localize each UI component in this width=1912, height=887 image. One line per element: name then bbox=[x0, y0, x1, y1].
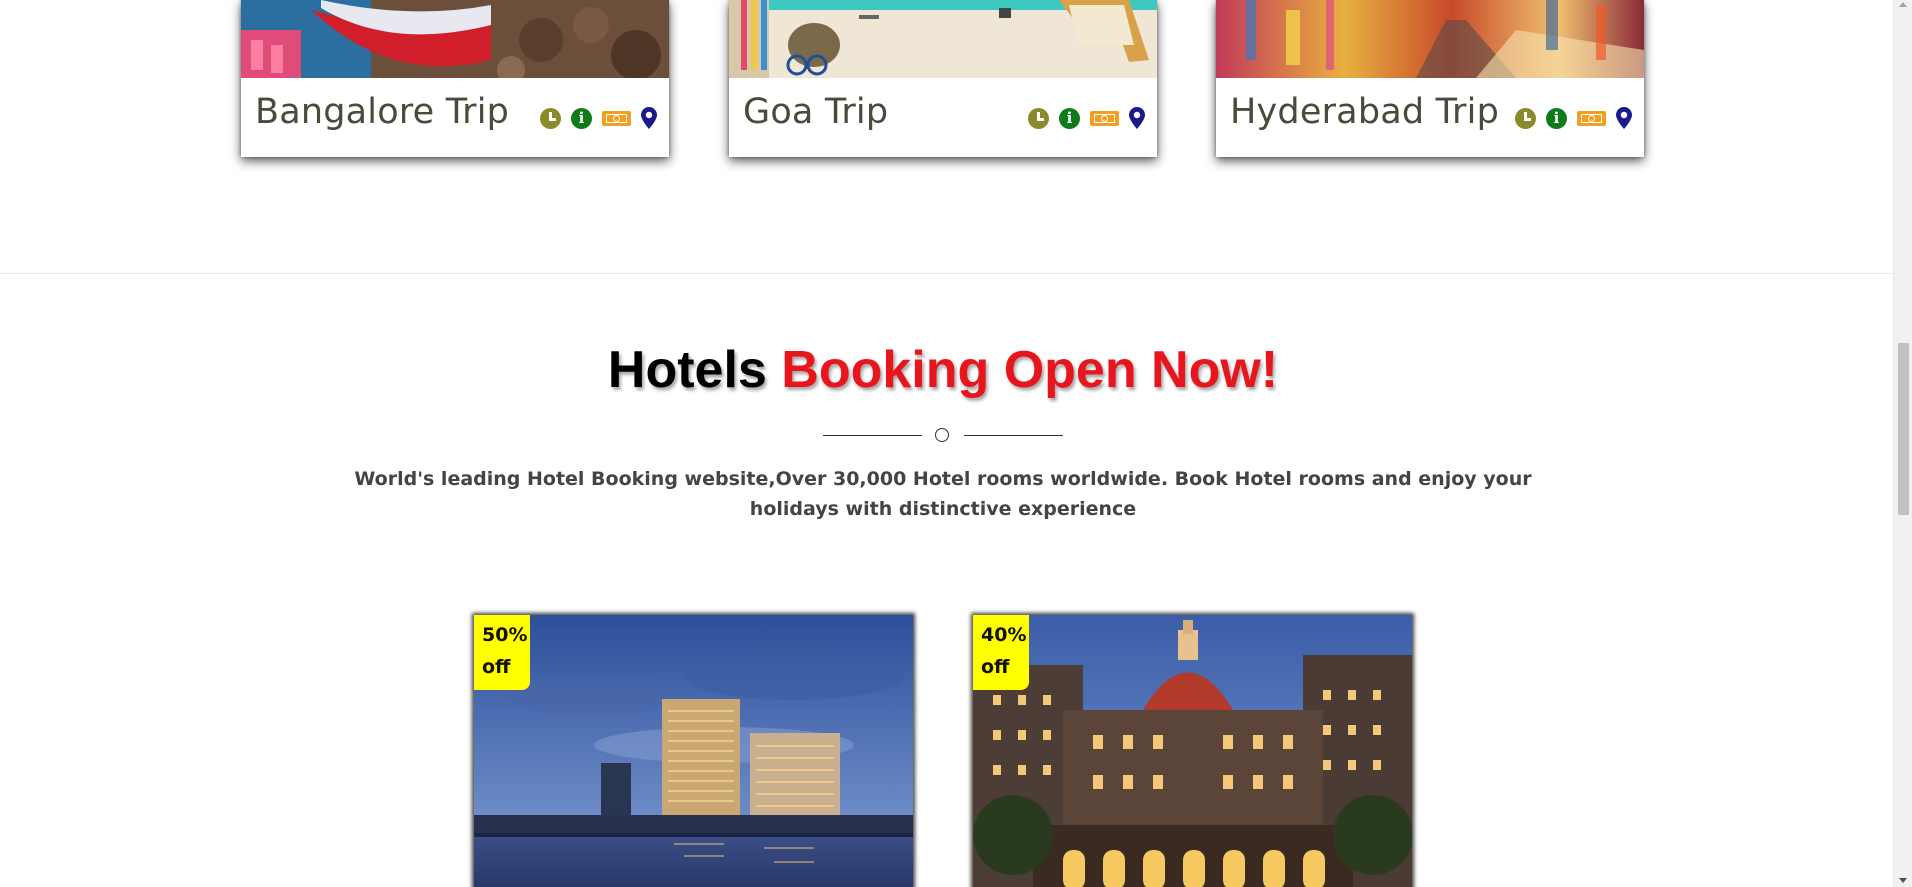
trip-card-bangalore[interactable]: Bangalore Trip i bbox=[241, 0, 669, 157]
info-icon[interactable]: i bbox=[1059, 107, 1080, 129]
trip-icons: i bbox=[1018, 107, 1145, 129]
ticket-icon[interactable] bbox=[602, 110, 631, 126]
clock-icon[interactable] bbox=[540, 107, 561, 129]
scroll-down-arrow-icon[interactable] bbox=[1899, 878, 1907, 883]
discount-badge: 40% off bbox=[973, 615, 1029, 690]
trip-image-goa bbox=[729, 0, 1157, 78]
trip-card-hyderabad[interactable]: Hyderabad Trip i bbox=[1216, 0, 1644, 157]
heading-red-text: Booking Open Now! bbox=[781, 341, 1279, 399]
separator-circle-icon bbox=[935, 428, 949, 442]
clock-icon[interactable] bbox=[1515, 107, 1536, 129]
scrollbar-thumb[interactable] bbox=[1898, 343, 1909, 515]
heading-black-text: Hotels bbox=[607, 341, 767, 399]
trip-title[interactable]: Goa Trip bbox=[743, 92, 888, 132]
map-pin-icon[interactable] bbox=[1129, 107, 1145, 129]
ticket-icon[interactable] bbox=[1577, 110, 1606, 126]
trip-icons: i bbox=[530, 107, 657, 129]
hotel-card[interactable]: 50% off bbox=[474, 615, 913, 887]
separator-line-left bbox=[823, 435, 922, 436]
discount-unit: off bbox=[482, 656, 511, 678]
trip-image-hyderabad bbox=[1216, 0, 1644, 78]
discount-value: 50% bbox=[482, 624, 528, 646]
separator-line-right bbox=[964, 435, 1063, 436]
heading-separator bbox=[823, 428, 1063, 444]
hotel-image bbox=[973, 615, 1412, 887]
trip-title[interactable]: Hyderabad Trip bbox=[1230, 92, 1499, 132]
scroll-up-arrow-icon[interactable] bbox=[1899, 2, 1907, 7]
trip-card-goa[interactable]: Goa Trip i bbox=[729, 0, 1157, 157]
discount-value: 40% bbox=[981, 624, 1027, 646]
hotel-card[interactable]: 40% off bbox=[973, 615, 1412, 887]
trip-title[interactable]: Bangalore Trip bbox=[255, 92, 509, 132]
discount-unit: off bbox=[981, 656, 1010, 678]
discount-badge: 50% off bbox=[474, 615, 530, 690]
hotel-image bbox=[474, 615, 913, 887]
info-icon[interactable]: i bbox=[1546, 107, 1567, 129]
page-viewport: Bangalore Trip i Goa Trip i Hyderabad Tr… bbox=[0, 0, 1893, 887]
map-pin-icon[interactable] bbox=[1616, 107, 1632, 129]
trip-image-bangalore bbox=[241, 0, 669, 78]
info-icon[interactable]: i bbox=[571, 107, 592, 129]
ticket-icon[interactable] bbox=[1090, 110, 1119, 126]
clock-icon[interactable] bbox=[1028, 107, 1049, 129]
vertical-scrollbar[interactable] bbox=[1893, 0, 1912, 887]
map-pin-icon[interactable] bbox=[641, 107, 657, 129]
section-divider bbox=[0, 273, 1893, 274]
hotels-heading: Hotels Booking Open Now! bbox=[0, 340, 1886, 400]
trip-icons: i bbox=[1505, 107, 1632, 129]
hotels-intro-text: World's leading Hotel Booking website,Ov… bbox=[354, 468, 1532, 520]
